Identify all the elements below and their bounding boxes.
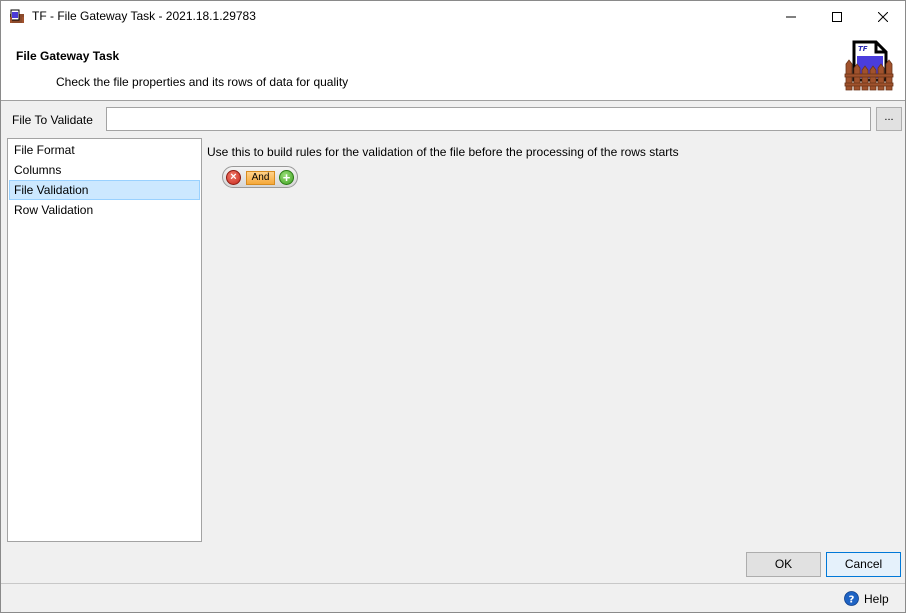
minimize-button[interactable] bbox=[768, 1, 814, 32]
rule-operator-button[interactable]: And bbox=[246, 171, 275, 185]
ok-button[interactable]: OK bbox=[746, 552, 821, 577]
close-button[interactable] bbox=[860, 1, 906, 32]
help-icon[interactable]: ? bbox=[844, 591, 859, 606]
maximize-icon bbox=[832, 11, 842, 22]
page-subtitle: Check the file properties and its rows o… bbox=[56, 75, 349, 89]
maximize-button[interactable] bbox=[814, 1, 860, 32]
header-band: File Gateway Task Check the file propert… bbox=[1, 32, 905, 101]
cancel-button[interactable]: Cancel bbox=[826, 552, 901, 577]
section-item-columns[interactable]: Columns bbox=[9, 160, 200, 180]
logo-text: TF bbox=[858, 45, 868, 53]
delete-rule-icon[interactable]: × bbox=[226, 170, 241, 185]
file-to-validate-input[interactable] bbox=[106, 107, 871, 131]
file-to-validate-label: File To Validate bbox=[12, 113, 93, 127]
file-validation-description: Use this to build rules for the validati… bbox=[207, 145, 679, 159]
rule-group-chip: × And + bbox=[222, 166, 298, 188]
status-bar: ? Help bbox=[1, 583, 905, 612]
file-gateway-logo-icon: TF bbox=[844, 40, 894, 91]
add-rule-icon[interactable]: + bbox=[279, 170, 294, 185]
page-title: File Gateway Task bbox=[16, 49, 120, 63]
app-icon bbox=[10, 9, 24, 23]
minimize-icon bbox=[786, 16, 796, 17]
section-list[interactable]: File Format Columns File Validation Row … bbox=[7, 138, 202, 542]
section-item-row-validation[interactable]: Row Validation bbox=[9, 200, 200, 220]
close-icon bbox=[878, 11, 888, 22]
window-title: TF - File Gateway Task - 2021.18.1.29783 bbox=[32, 9, 256, 23]
help-link[interactable]: Help bbox=[864, 592, 889, 606]
section-item-file-validation[interactable]: File Validation bbox=[9, 180, 200, 200]
section-item-file-format[interactable]: File Format bbox=[9, 140, 200, 160]
title-bar[interactable]: TF - File Gateway Task - 2021.18.1.29783 bbox=[1, 1, 905, 32]
browse-button[interactable]: ... bbox=[876, 107, 902, 131]
file-gateway-task-window: TF - File Gateway Task - 2021.18.1.29783… bbox=[0, 0, 906, 613]
svg-text:?: ? bbox=[849, 595, 855, 606]
